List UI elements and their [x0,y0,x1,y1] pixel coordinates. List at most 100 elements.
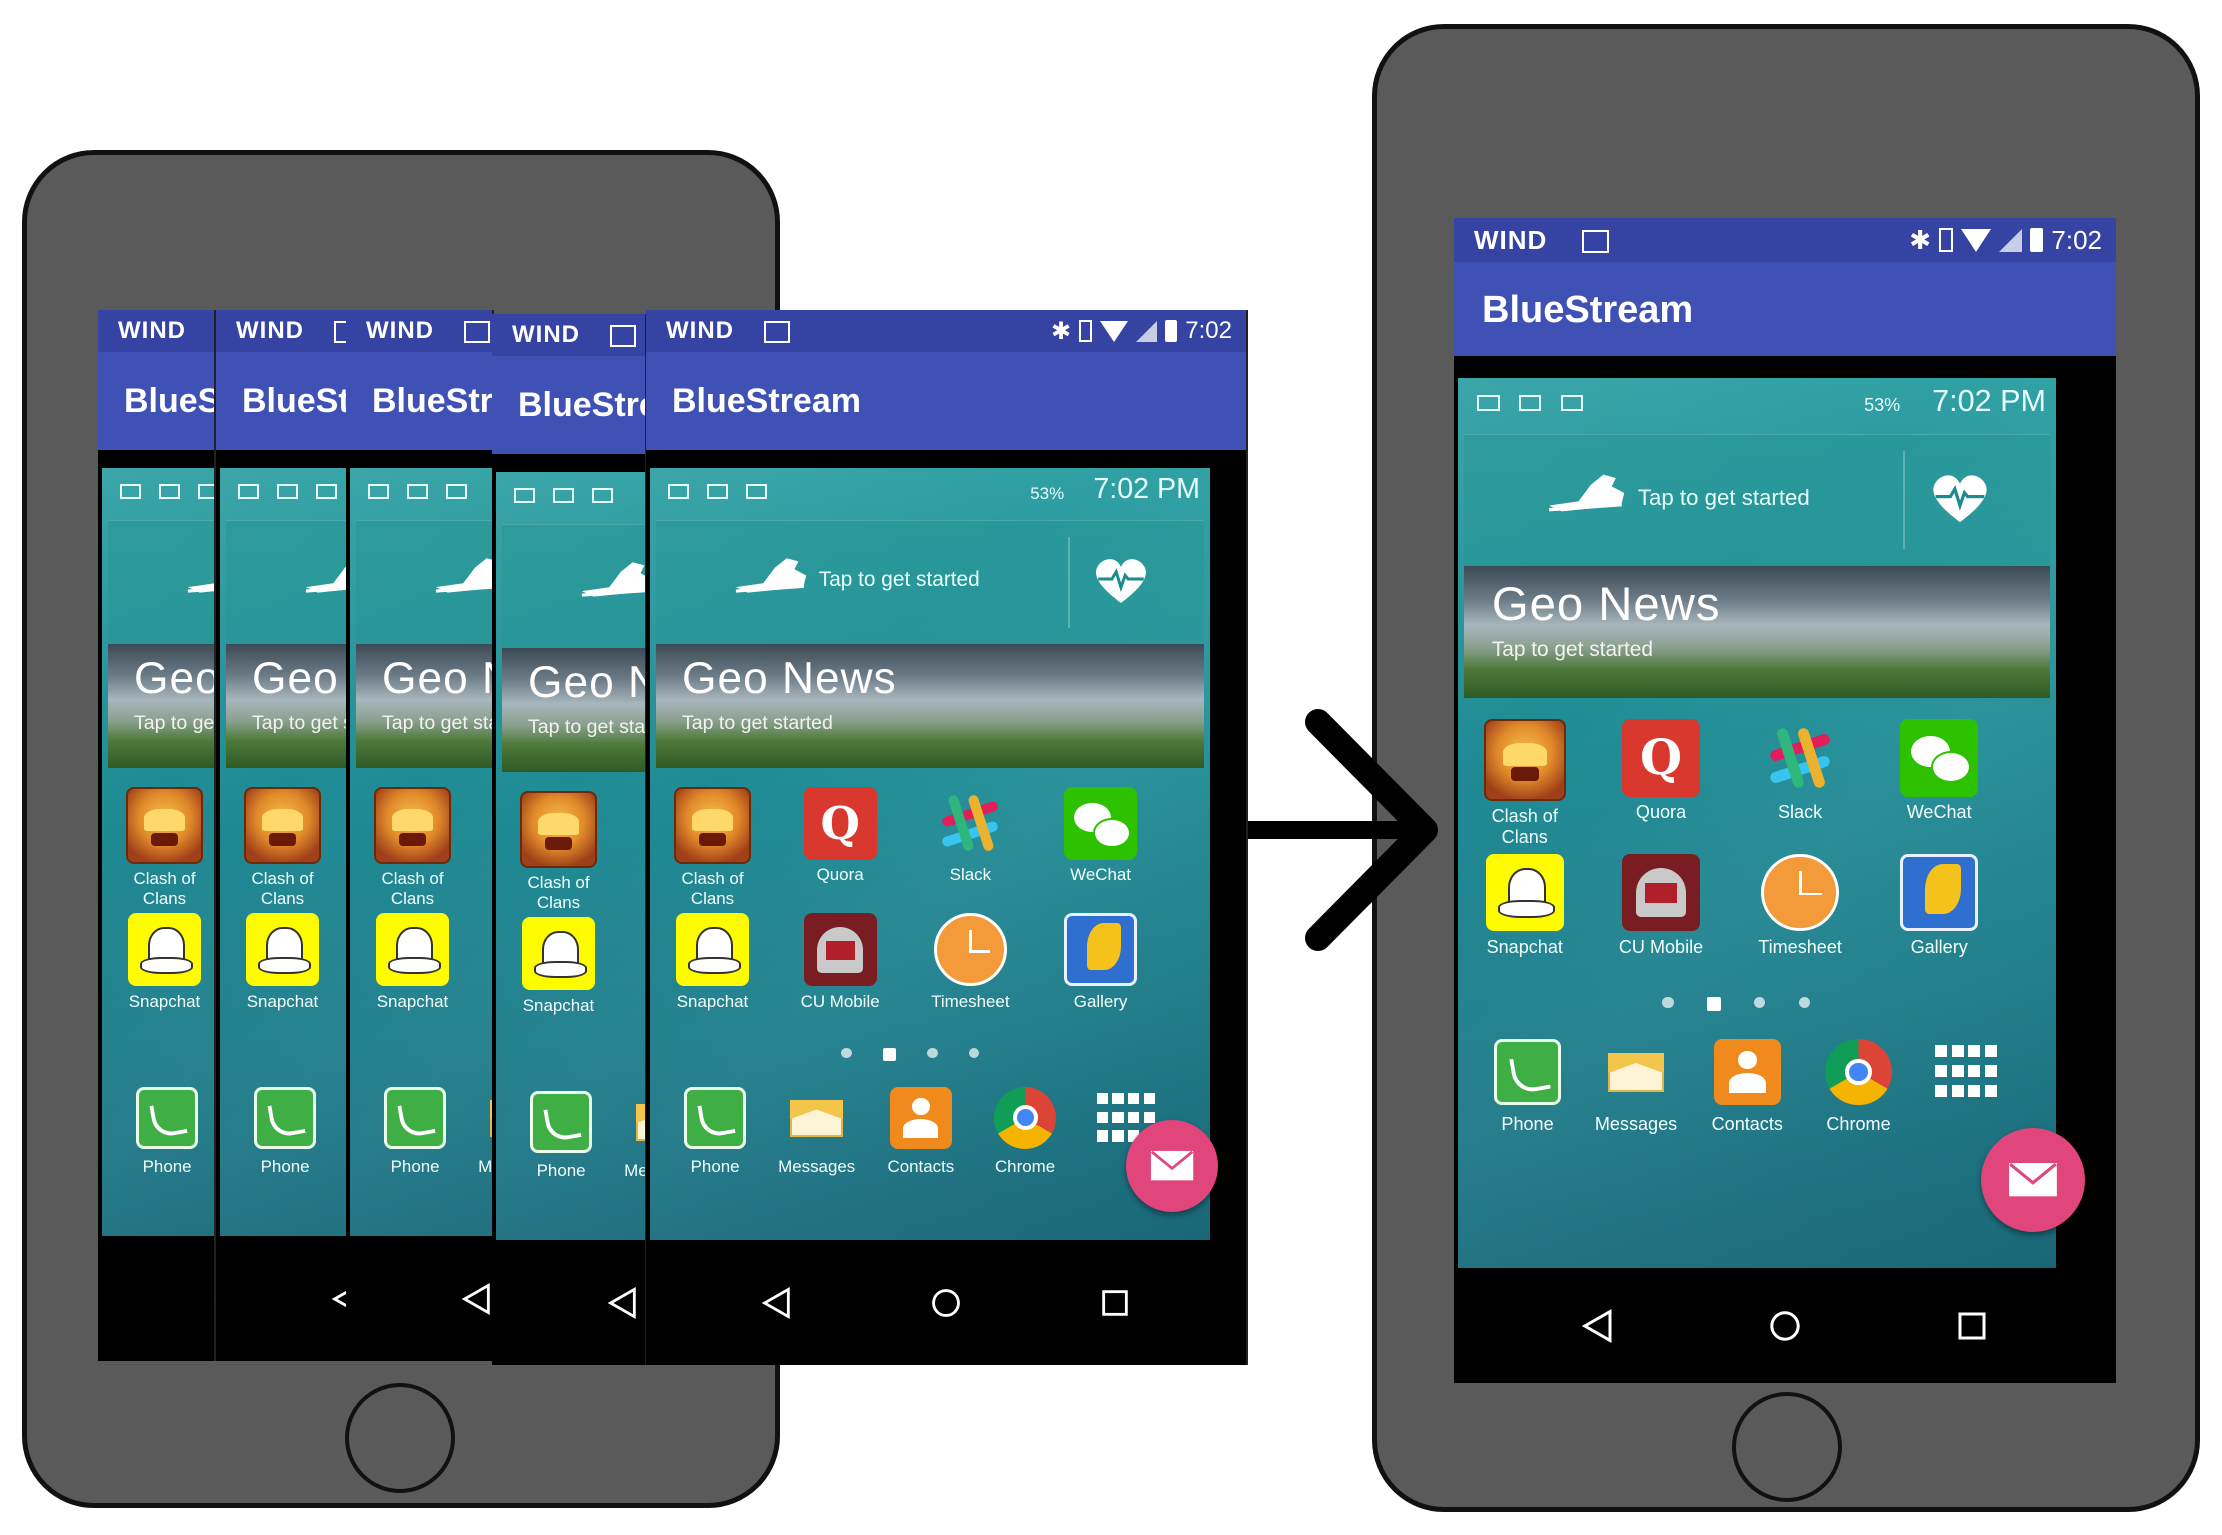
carrier-label: WIND [666,317,734,344]
front-app-window: WIND ✱ 7:02 BlueStream 53% 7:02 PM Tap t… [646,310,1248,1365]
s-health-widget[interactable]: Tap to get started [356,520,492,645]
geo-news-widget[interactable]: Geo News Tap to get started [226,643,346,768]
dock-phone[interactable]: Phone [233,1086,337,1177]
app-bar: BlueStream [492,356,645,454]
home-nav-icon[interactable] [929,1286,963,1320]
app-label: CU Mobile [800,991,880,1011]
geo-news-subtitle: Tap to get started [682,711,833,734]
dock-phone[interactable]: Phone [509,1090,613,1181]
app-clash-of-clans[interactable]: Clash of Clans [496,791,621,912]
inner-status-bar: 53% 7:02 PM [496,472,645,524]
mail-icon [1150,1151,1194,1181]
gallery-icon[interactable] [1064,913,1138,987]
phone-icon[interactable] [253,1086,317,1150]
contacts-icon[interactable] [889,1086,953,1150]
geo-news-widget[interactable]: Geo News Tap to get started [656,643,1204,768]
geo-news-title: Geo News [382,654,492,704]
app-snapchat[interactable]: Snapchat [220,913,345,1011]
slack-icon[interactable] [934,787,1007,860]
geo-news-widget[interactable]: Geo News Tap to get started [108,643,215,768]
app-gallery[interactable]: Gallery [1038,913,1163,1011]
recents-nav-icon[interactable] [1098,1286,1132,1320]
inner-status-bar: 53% 7:02 PM [650,468,1210,520]
dock-chrome[interactable]: Chrome [973,1086,1077,1177]
screenshot-notification-icon [120,483,142,500]
briefcase-notification-icon [316,483,338,500]
compose-fab[interactable] [1126,1120,1218,1212]
dock-contacts[interactable]: Contacts [869,1086,973,1177]
app-snapchat[interactable]: Snapchat [650,913,775,1011]
app-snapchat[interactable]: Snapchat [102,913,214,1011]
s-health-widget[interactable]: Tap to get started [502,524,645,649]
dock-messages[interactable]: Messages [465,1087,492,1177]
inner-battery-percent: 53% [1030,483,1065,503]
app-cu-mobile[interactable]: CU Mobile [624,917,645,1015]
mail-notification-icon [159,483,181,500]
app-timesheet[interactable]: Timesheet [908,913,1033,1011]
app-wechat[interactable]: WeChat [1038,787,1163,885]
dock-label: Phone [142,1156,192,1176]
back-nav-icon[interactable] [760,1286,794,1320]
clash-of-clans-icon[interactable] [374,787,451,864]
widget-divider [1067,536,1070,628]
wechat-icon[interactable] [1064,787,1138,860]
back-nav-icon[interactable] [460,1282,494,1316]
dock-phone[interactable]: Phone [363,1086,467,1177]
app-cu-mobile[interactable]: CU Mobile [778,913,903,1011]
emulated-android-home: 53% 7:02 PM Tap to get started Geo News … [650,468,1210,1240]
cu-mobile-icon[interactable] [803,913,877,987]
s-health-widget[interactable]: Tap to get started [108,520,214,645]
phone-icon[interactable] [135,1086,199,1150]
app-quora[interactable]: Q Quora [778,787,903,885]
clash-of-clans-icon[interactable] [244,787,321,864]
phone-icon[interactable] [529,1090,593,1154]
health-tap-text: Tap to get started [818,567,980,591]
nav-bar [492,1240,645,1365]
app-label: Clash of Clans [251,869,314,908]
messages-icon[interactable] [785,1087,848,1150]
app-clash-of-clans[interactable]: Clash of Clans [350,787,475,908]
snapchat-icon[interactable] [522,917,595,991]
s-health-widget[interactable]: Tap to get started [656,520,1204,645]
page-dot [841,1047,852,1058]
app-title: BlueStream [124,382,216,420]
phone-icon[interactable] [383,1086,447,1150]
app-clash-of-clans[interactable]: Clash of Clans [102,787,214,908]
dock-messages[interactable]: Messages [611,1091,645,1181]
shoe-icon [735,558,806,593]
dock-messages[interactable]: Messages [765,1087,869,1177]
emulated-android-home: 53% 7:02 PM Tap to get started Geo News … [350,468,492,1240]
geo-news-widget[interactable]: Geo News Tap to get started [502,647,646,772]
app-snapchat[interactable]: Snapchat [496,917,621,1015]
dock-phone[interactable]: Phone [115,1086,214,1177]
app-snapchat[interactable]: Snapchat [350,913,475,1011]
quora-icon[interactable]: Q [803,787,877,860]
app-clash-of-clans[interactable]: Clash of Clans [650,787,775,908]
snapchat-icon[interactable] [128,913,201,987]
s-health-widget[interactable]: Tap to get started [226,520,346,645]
dock-phone[interactable]: Phone [663,1086,767,1177]
status-bar: WIND [98,310,214,352]
dock-label: Chrome [994,1156,1056,1176]
clash-of-clans-icon[interactable] [126,787,203,864]
app-clash-of-clans[interactable]: Clash of Clans [220,787,345,908]
snapchat-icon[interactable] [676,913,749,987]
app-slack[interactable]: Slack [908,787,1033,885]
app-label: Clash of Clans [527,873,590,912]
app-label: Snapchat [676,991,749,1011]
phone-icon[interactable] [683,1086,747,1150]
geo-news-subtitle: Tap to get started [134,711,215,734]
timesheet-icon[interactable] [933,913,1007,987]
app-quora[interactable]: Q Quora [624,791,645,889]
geo-news-subtitle: Tap to get started [528,715,646,738]
clash-of-clans-icon[interactable] [674,787,751,864]
snapchat-icon[interactable] [246,913,319,987]
back-nav-icon[interactable] [606,1286,640,1320]
app-label: Snapchat [128,991,201,1011]
left-screen: WIND BlueStream 53% 7:02 PM Tap to get s… [98,310,1248,1365]
geo-news-widget[interactable]: Geo News Tap to get started [356,643,492,768]
clash-of-clans-icon[interactable] [520,791,597,868]
snapchat-icon[interactable] [376,913,449,987]
messages-icon[interactable] [631,1091,645,1154]
chrome-icon[interactable] [993,1086,1057,1150]
